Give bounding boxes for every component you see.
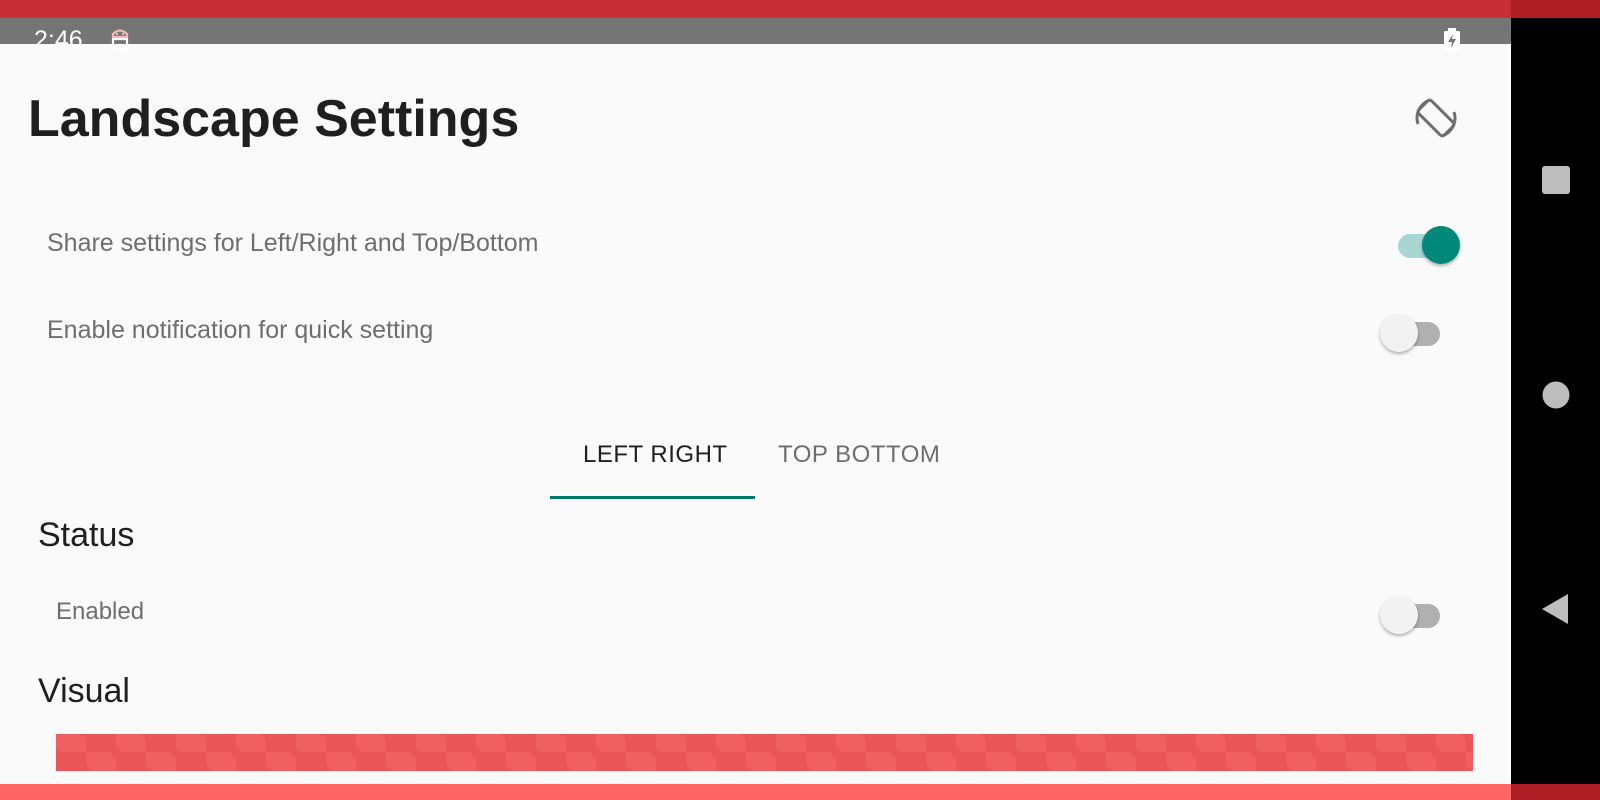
- switch-thumb: [1380, 314, 1418, 352]
- battery-charging-icon: [1444, 28, 1460, 51]
- screen-rotation-icon[interactable]: [1412, 94, 1460, 142]
- visual-preview-bar[interactable]: [56, 734, 1473, 771]
- top-edge-overlay: [0, 0, 1511, 18]
- page-title: Landscape Settings: [28, 90, 520, 148]
- tab-indicator: [550, 496, 755, 499]
- bottom-edge-overlay: [0, 784, 1511, 800]
- share-settings-switch[interactable]: [1394, 222, 1460, 264]
- status-time: 2:46: [34, 26, 83, 54]
- tab-top-bottom[interactable]: TOP BOTTOM: [778, 440, 940, 470]
- notification-setting-label: Enable notification for quick setting: [47, 316, 434, 344]
- notification-setting-switch[interactable]: [1380, 310, 1444, 352]
- visual-section-title: Visual: [38, 672, 130, 710]
- top-edge-overlay-right: [1511, 0, 1600, 18]
- tab-left-right[interactable]: LEFT RIGHT: [583, 440, 728, 470]
- share-settings-label: Share settings for Left/Right and Top/Bo…: [47, 229, 539, 257]
- enabled-label: Enabled: [56, 598, 145, 625]
- navigation-bar: [1511, 18, 1600, 784]
- bottom-edge-overlay-right: [1511, 784, 1600, 800]
- status-bar: 2:46: [0, 18, 1511, 54]
- switch-thumb: [1422, 226, 1460, 264]
- enabled-switch[interactable]: [1380, 592, 1444, 634]
- recent-apps-icon[interactable]: [1539, 163, 1573, 197]
- back-icon[interactable]: [1539, 592, 1573, 626]
- android-debug-icon: [111, 29, 129, 52]
- home-icon[interactable]: [1539, 378, 1573, 412]
- switch-thumb: [1380, 596, 1418, 634]
- status-section-title: Status: [38, 516, 135, 554]
